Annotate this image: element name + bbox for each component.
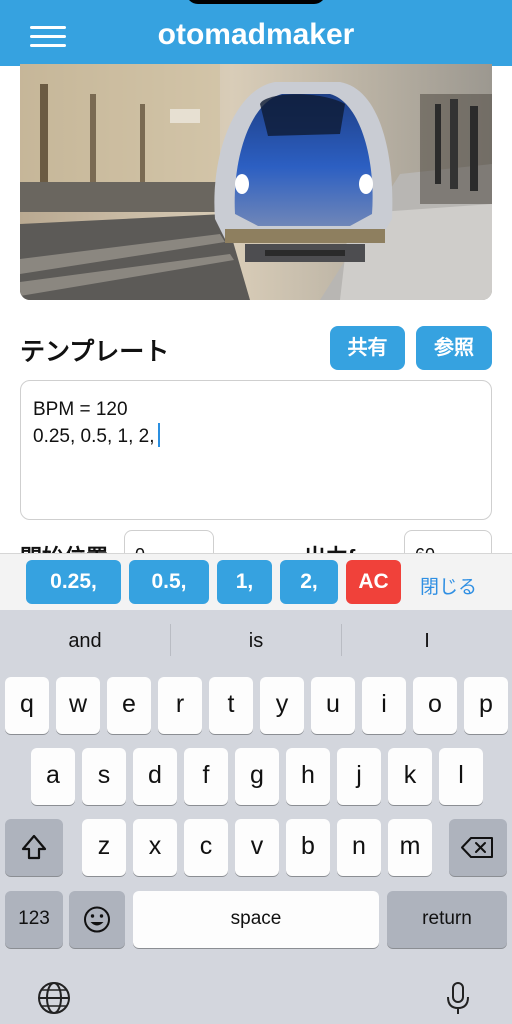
key-m[interactable]: m — [388, 819, 432, 876]
key-n[interactable]: n — [337, 819, 381, 876]
key-z[interactable]: z — [82, 819, 126, 876]
screen: otomadmaker テンプレート 共有 参照 BPM = 120 0.25,… — [0, 0, 512, 1024]
numbers-key[interactable]: 123 — [5, 891, 63, 948]
suggestion-1[interactable]: and — [0, 630, 170, 653]
chip-0-25[interactable]: 0.25, — [26, 560, 121, 604]
template-heading: テンプレート — [20, 338, 170, 366]
editor-line-1: BPM = 120 — [33, 399, 128, 420]
suggestion-2[interactable]: is — [171, 630, 341, 653]
editor-line-2: 0.25, 0.5, 1, 2, — [33, 423, 479, 450]
settings-row: 開始位置 0 出力fps 60 — [0, 528, 512, 556]
key-r[interactable]: r — [158, 677, 202, 734]
reference-button[interactable]: 参照 — [416, 326, 492, 370]
space-key[interactable]: space — [133, 891, 379, 948]
editor-line-2-text: 0.25, 0.5, 1, 2, — [33, 426, 155, 447]
key-t[interactable]: t — [209, 677, 253, 734]
globe-icon[interactable] — [36, 980, 72, 1016]
key-s[interactable]: s — [82, 748, 126, 805]
key-c[interactable]: c — [184, 819, 228, 876]
emoji-key[interactable] — [69, 891, 125, 948]
backspace-icon — [461, 837, 493, 858]
backspace-key[interactable] — [449, 819, 507, 876]
emoji-icon — [84, 906, 110, 933]
key-l[interactable]: l — [439, 748, 483, 805]
chip-2[interactable]: 2, — [280, 560, 338, 604]
key-q[interactable]: q — [5, 677, 49, 734]
key-p[interactable]: p — [464, 677, 508, 734]
key-e[interactable]: e — [107, 677, 151, 734]
share-button[interactable]: 共有 — [330, 326, 405, 370]
chip-0-5[interactable]: 0.5, — [129, 560, 209, 604]
key-v[interactable]: v — [235, 819, 279, 876]
close-keyboard-button[interactable]: 閉じる — [420, 572, 477, 599]
software-keyboard: and is I q w e r t y u i o p a s d f g h… — [0, 610, 512, 1024]
key-x[interactable]: x — [133, 819, 177, 876]
key-g[interactable]: g — [235, 748, 279, 805]
key-w[interactable]: w — [56, 677, 100, 734]
key-i[interactable]: i — [362, 677, 406, 734]
chip-1[interactable]: 1, — [217, 560, 272, 604]
key-f[interactable]: f — [184, 748, 228, 805]
microphone-icon[interactable] — [440, 980, 476, 1016]
key-y[interactable]: y — [260, 677, 304, 734]
key-u[interactable]: u — [311, 677, 355, 734]
app-header: otomadmaker — [0, 0, 512, 66]
return-key[interactable]: return — [387, 891, 507, 948]
device-notch — [186, 0, 326, 4]
text-cursor — [158, 423, 161, 447]
key-j[interactable]: j — [337, 748, 381, 805]
key-d[interactable]: d — [133, 748, 177, 805]
input-accessory-bar: 0.25, 0.5, 1, 2, AC 閉じる — [0, 553, 512, 610]
app-title: otomadmaker — [157, 18, 355, 51]
shift-icon — [21, 834, 47, 860]
key-o[interactable]: o — [413, 677, 457, 734]
template-editor[interactable]: BPM = 120 0.25, 0.5, 1, 2, — [20, 380, 492, 520]
key-h[interactable]: h — [286, 748, 330, 805]
hero-train-photo — [20, 64, 492, 300]
shift-key[interactable] — [5, 819, 63, 876]
clear-all-button[interactable]: AC — [346, 560, 401, 604]
suggestion-3[interactable]: I — [342, 630, 512, 653]
key-b[interactable]: b — [286, 819, 330, 876]
key-a[interactable]: a — [31, 748, 75, 805]
key-k[interactable]: k — [388, 748, 432, 805]
